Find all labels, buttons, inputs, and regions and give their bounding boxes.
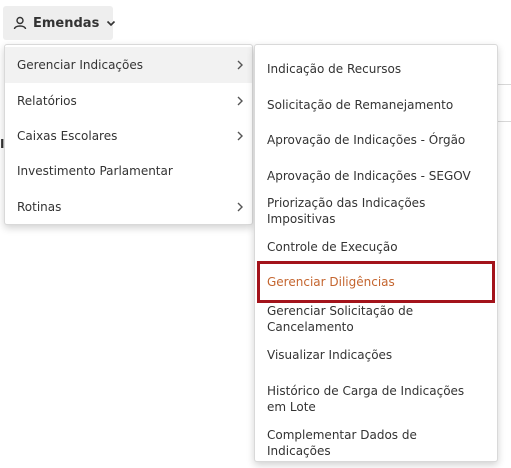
menu-item-label: Gerenciar Indicações [17,58,143,72]
chevron-right-icon [236,96,244,106]
submenu-item-label: Gerenciar Diligências [267,275,395,289]
submenu-item-solicitacao-de-remanejamento[interactable]: Solicitação de Remanejamento [255,87,497,122]
submenu-item-priorizacao-impositivas[interactable]: Priorização das Indicações Impositivas [255,193,497,229]
emendas-dropdown-menu: Gerenciar Indicações Relatórios Caixas E… [4,44,253,225]
menu-item-label: Caixas Escolares [17,128,118,143]
menu-item-label: Relatórios [17,93,77,108]
submenu-item-visualizar-indicacoes[interactable]: Visualizar Indicações [255,337,497,372]
user-icon [13,16,27,30]
background-divider [496,84,511,85]
submenu-item-label: Priorização das Indicações Impositivas [267,196,426,226]
menu-item-caixas-escolares[interactable]: Caixas Escolares [5,118,252,153]
submenu-item-label: Complementar Dados de Indicações [267,428,417,458]
emendas-menu-button[interactable]: Emendas [3,6,116,40]
chevron-right-icon [236,202,244,212]
submenu-item-label: Gerenciar Solicitação de Cancelamento [267,304,414,334]
submenu-item-label: Visualizar Indicações [267,347,393,362]
background-divider [496,121,511,122]
submenu-item-gerenciar-diligencias[interactable]: Gerenciar Diligências [257,261,495,303]
menu-item-investimento-parlamentar[interactable]: Investimento Parlamentar [5,153,252,189]
menu-item-label: Rotinas [17,199,62,214]
submenu-item-aprovacao-orgao[interactable]: Aprovação de Indicações - Órgão [255,122,497,158]
menu-item-relatorios[interactable]: Relatórios [5,83,252,118]
chevron-right-icon [236,131,244,141]
gerenciar-indicacoes-submenu: Indicação de Recursos Solicitação de Rem… [254,44,498,462]
menu-item-label: Investimento Parlamentar [17,164,173,178]
menu-item-gerenciar-indicacoes[interactable]: Gerenciar Indicações [5,47,252,83]
chevron-right-icon [236,60,244,70]
submenu-item-aprovacao-segov[interactable]: Aprovação de Indicações - SEGOV [255,158,497,193]
submenu-item-historico-carga-lote[interactable]: Histórico de Carga de Indicações em Lote [255,372,497,426]
submenu-item-controle-de-execucao[interactable]: Controle de Execução [255,229,497,264]
submenu-item-indicacao-de-recursos[interactable]: Indicação de Recursos [255,51,497,87]
submenu-item-label: Indicação de Recursos [267,62,402,76]
submenu-item-label: Controle de Execução [267,239,398,254]
menu-item-rotinas[interactable]: Rotinas [5,189,252,224]
emendas-label: Emendas [33,15,100,31]
submenu-item-label: Aprovação de Indicações - SEGOV [267,168,471,183]
submenu-item-label: Histórico de Carga de Indicações em Lote [267,384,465,414]
chevron-down-icon [106,18,116,28]
submenu-item-label: Aprovação de Indicações - Órgão [267,133,466,147]
submenu-item-gerenciar-cancelamento[interactable]: Gerenciar Solicitação de Cancelamento [255,301,497,337]
submenu-item-label: Solicitação de Remanejamento [267,97,454,112]
submenu-item-complementar-dados[interactable]: Complementar Dados de Indicações [255,426,497,460]
